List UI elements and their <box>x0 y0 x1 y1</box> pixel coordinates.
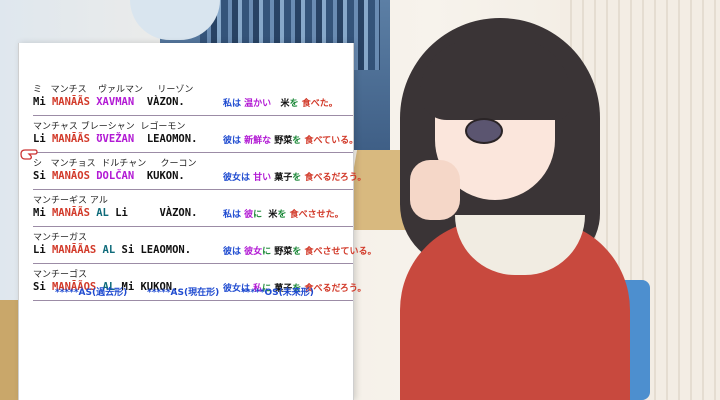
translation-word: 彼は <box>223 136 245 146</box>
word: MANĀÃS <box>51 207 97 219</box>
grammar-row: マンチーガス Li MANĀÃAS AL Si LEAOMON. 彼は 彼女に 野菜… <box>33 227 376 264</box>
tense-legend-item: *****OS(未来形) <box>241 288 314 298</box>
word: XAVMAN <box>96 96 141 108</box>
translation-word: を <box>292 136 305 146</box>
grammar-rows: ミ マンチス ヴァルマン リーゾン Mi MANĀÃS XAVMAN VÀZON.… <box>33 79 376 301</box>
character-hand <box>410 160 460 220</box>
word: Mi <box>33 207 52 219</box>
word: Si <box>33 281 52 293</box>
reading-kana: マンチーゴス <box>33 270 88 280</box>
translation-word: 彼女は <box>223 173 254 183</box>
word: VÀZON. <box>140 96 185 108</box>
conlang-sentence: Si MANĀOS DOLČAN KUKON. <box>33 170 185 182</box>
japanese-translation: 彼は 新鮮な 野菜を 食べている。 <box>223 133 358 146</box>
reading-kana: シ マンチョス ドルチャン クーコン <box>33 159 197 169</box>
translation-word: を <box>292 173 305 183</box>
character-sprite <box>380 0 640 400</box>
japanese-translation: 彼は 彼女に 野菜を 食べさせている。 <box>223 244 376 257</box>
word: MANĀOS <box>51 170 97 182</box>
translation-word: 彼は <box>223 247 245 257</box>
translation-word: 彼 <box>244 210 254 220</box>
grammar-row: シ マンチョス ドルチャン クーコン Si MANĀOS DOLČAN KUKON… <box>33 153 366 190</box>
word: MANĀÃS <box>51 133 97 145</box>
word: AL <box>96 207 116 219</box>
word: Li <box>115 207 135 219</box>
translation-word: 米 <box>274 99 290 109</box>
tense-legend-item: *****AS(現在形) <box>147 288 220 298</box>
conlang-sentence: Mi MANĀÃS XAVMAN VÀZON. <box>33 96 185 108</box>
japanese-translation: 私は 温かい 米を 食べた。 <box>223 96 338 109</box>
word: Si <box>33 170 52 182</box>
translation-word: 菓子 <box>274 173 293 183</box>
reading-kana: マンチーガス <box>33 233 88 243</box>
word: AL <box>102 244 122 256</box>
character-bangs <box>420 40 570 120</box>
grammar-row: ミ マンチス ヴァルマン リーゾン Mi MANĀÃS XAVMAN VÀZON.… <box>33 79 353 116</box>
word: KUKON. <box>140 170 185 182</box>
japanese-translation: 彼女は 甘い 菓子を 食べるだろう。 <box>223 170 366 183</box>
translation-word: 食べるだろう。 <box>304 173 367 183</box>
translation-word: 食べている。 <box>304 136 359 146</box>
word: VÀZON. <box>134 207 198 219</box>
word: DOLČAN <box>96 170 141 182</box>
word: Li <box>33 244 52 256</box>
word: LEAOMON. <box>140 133 198 145</box>
translation-word: を <box>292 247 305 257</box>
translation-word: に <box>253 210 266 220</box>
word: MANĀÃS <box>51 96 97 108</box>
translation-word: を <box>277 210 290 220</box>
translation-word: 食べさせた。 <box>289 210 344 220</box>
grammar-row: マンチーギス アル Mi MANĀÃS AL Li VÀZON. 私は 彼に 米を … <box>33 190 353 227</box>
translation-word: 私は <box>223 210 245 220</box>
translation-word: 甘い <box>253 173 275 183</box>
translation-word: 食べた。 <box>301 99 338 109</box>
translation-word: 食べさせている。 <box>304 247 377 257</box>
reading-kana: マンチーギス アル <box>33 196 108 206</box>
word: ƱVEŽAN <box>96 133 141 145</box>
translation-word: 米 <box>265 210 278 220</box>
word: Mi <box>33 96 52 108</box>
reading-kana: ミ マンチス ヴァルマン リーゾン <box>33 85 194 95</box>
translation-word: 新鮮な <box>244 136 275 146</box>
translation-word: 温かい <box>244 99 275 109</box>
conlang-sentence: Li MANĀÃS ƱVEŽAN LEAOMON. <box>33 133 197 145</box>
reading-kana: マンチャス ブレーシャン レゴーモン <box>33 122 186 132</box>
translation-word: を <box>289 99 302 109</box>
pointing-hand-icon <box>20 149 38 160</box>
word: Si <box>121 244 141 256</box>
word: MANĀÃAS <box>51 244 103 256</box>
conlang-sentence: Mi MANĀÃS AL Li VÀZON. <box>33 207 197 219</box>
japanese-translation: 私は 彼に 米を 食べさせた。 <box>223 207 344 220</box>
translation-word: 野菜 <box>274 136 293 146</box>
grammar-row: マンチャス ブレーシャン レゴーモン Li MANĀÃS ƱVEŽAN LEAOM… <box>33 116 358 153</box>
word: LEAOMON. <box>140 244 192 256</box>
translation-word: に <box>262 247 275 257</box>
character-eye <box>465 118 503 144</box>
tense-legend-item: *****ÀS(過去形) <box>55 288 128 298</box>
conlang-sentence: Li MANĀÃAS AL Si LEAOMON. <box>33 244 191 256</box>
translation-word: 野菜 <box>274 247 293 257</box>
translation-word: 彼女 <box>244 247 263 257</box>
translation-word: 私は <box>223 99 245 109</box>
grammar-panel: ミ マンチス ヴァルマン リーゾン Mi MANĀÃS XAVMAN VÀZON.… <box>18 43 376 400</box>
